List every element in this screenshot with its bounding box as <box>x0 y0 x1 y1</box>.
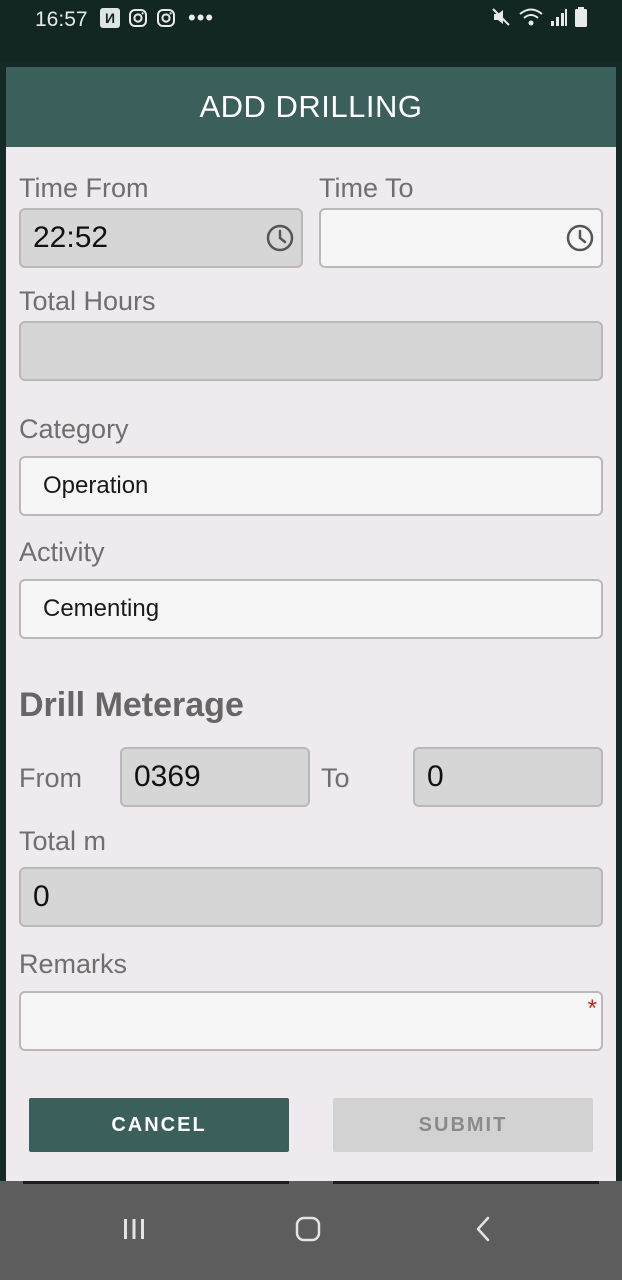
total-m-field: 0 <box>19 867 603 927</box>
time-from-field[interactable]: 22:52 <box>19 208 303 268</box>
page-title: ADD DRILLING <box>6 67 616 147</box>
clock-icon[interactable] <box>265 223 295 253</box>
instagram-icon <box>129 9 147 27</box>
clock-icon[interactable] <box>565 223 595 253</box>
category-select[interactable]: Operation <box>19 456 603 516</box>
mute-icon <box>492 8 510 26</box>
instagram-icon <box>157 9 175 27</box>
time-to-label: Time To <box>319 173 414 203</box>
meterage-from-label: From <box>19 763 82 793</box>
drill-meterage-title: Drill Meterage <box>19 686 244 724</box>
total-hours-field <box>19 321 603 381</box>
status-bar: 16:57 И ••• <box>0 0 622 62</box>
battery-icon <box>575 7 587 27</box>
meterage-from-value: 0369 <box>134 760 201 793</box>
total-m-label: Total m <box>19 826 107 856</box>
activity-select[interactable]: Cementing <box>19 579 603 639</box>
time-to-field[interactable] <box>319 208 603 268</box>
activity-label: Activity <box>19 537 105 567</box>
system-icons <box>490 6 588 28</box>
signal-icon <box>551 9 567 26</box>
button-shadow <box>333 1181 599 1184</box>
system-nav-bar <box>0 1181 622 1280</box>
required-asterisk: * <box>587 995 597 1022</box>
category-value: Operation <box>43 472 149 499</box>
button-shadow <box>23 1181 289 1184</box>
more-dots-icon: ••• <box>188 5 215 30</box>
notification-icon: И <box>100 8 120 28</box>
recent-apps-icon[interactable] <box>120 1215 148 1243</box>
submit-button[interactable]: SUBMIT <box>333 1098 593 1152</box>
add-drilling-form: ADD DRILLING Time From 22:52 Time To Tot… <box>6 67 616 1181</box>
total-m-value: 0 <box>33 880 50 913</box>
remarks-input[interactable]: * <box>19 991 603 1051</box>
remarks-label: Remarks <box>19 949 128 979</box>
total-hours-label: Total Hours <box>19 286 156 316</box>
time-from-value: 22:52 <box>33 221 109 254</box>
meterage-to-value: 0 <box>427 760 444 793</box>
back-icon[interactable] <box>470 1215 498 1243</box>
meterage-to-field[interactable]: 0 <box>413 747 603 807</box>
meterage-from-field[interactable]: 0369 <box>120 747 310 807</box>
cancel-button[interactable]: CANCEL <box>29 1098 289 1152</box>
activity-value: Cementing <box>43 595 160 622</box>
home-icon[interactable] <box>294 1215 322 1243</box>
wifi-icon <box>519 8 543 26</box>
category-label: Category <box>19 414 129 444</box>
time-from-label: Time From <box>19 173 149 203</box>
notification-icons: И ••• <box>100 5 215 30</box>
meterage-to-label: To <box>321 763 350 793</box>
status-time: 16:57 <box>35 8 88 31</box>
